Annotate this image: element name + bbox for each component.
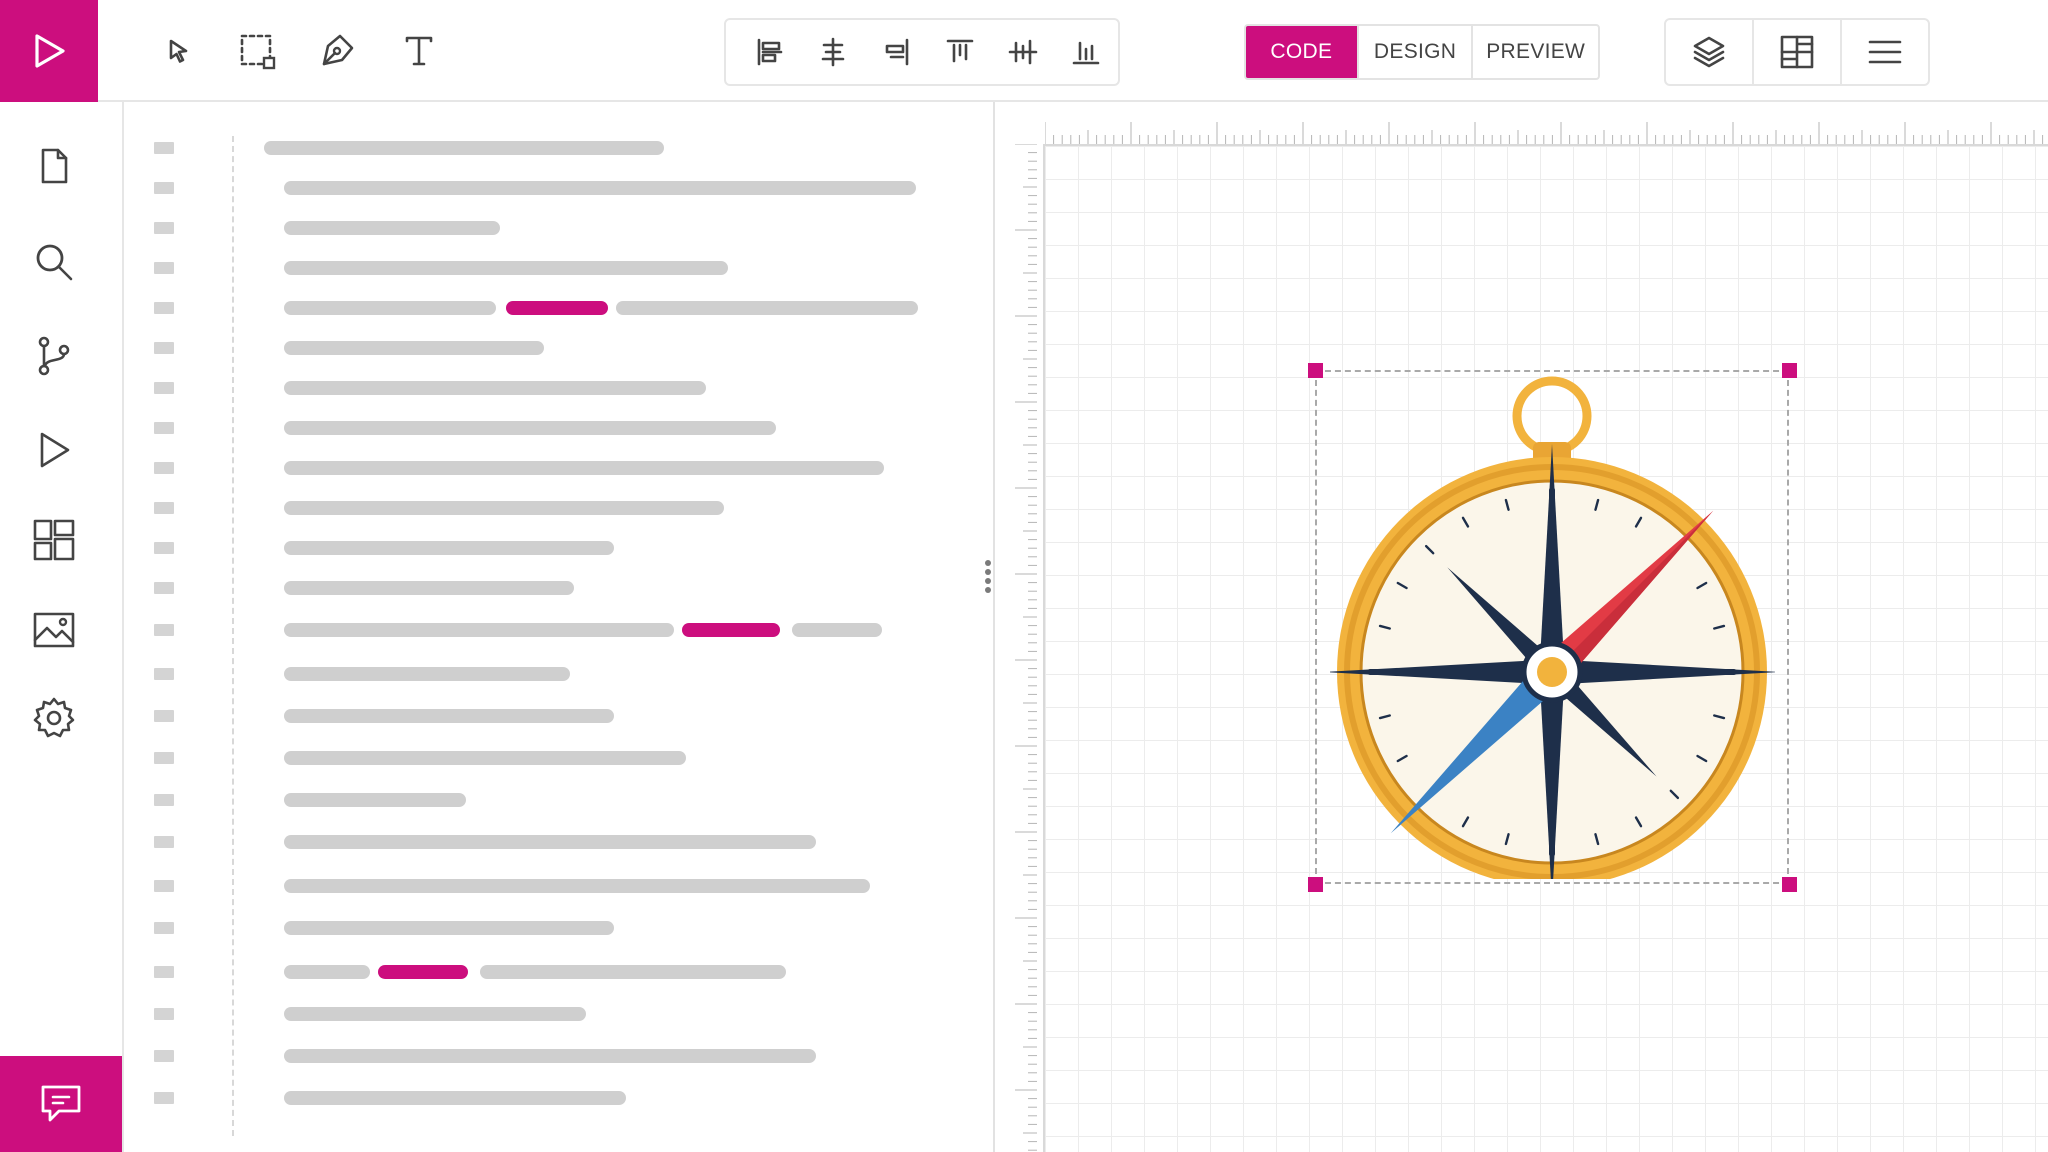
code-highlight: [506, 301, 608, 315]
line-number: [154, 1050, 174, 1062]
vertical-ruler: [1015, 144, 1037, 1151]
align-middle-vertical-icon[interactable]: [991, 28, 1054, 76]
align-left-icon[interactable]: [738, 28, 801, 76]
line-number: [154, 422, 174, 434]
select-arrow-icon[interactable]: [158, 30, 200, 72]
layers-icon[interactable]: [1666, 20, 1754, 84]
line-number: [154, 142, 174, 154]
components-icon[interactable]: [22, 508, 86, 572]
source-control-icon[interactable]: [22, 324, 86, 388]
line-number: [154, 302, 174, 314]
line-number: [154, 1092, 174, 1104]
line-number: [154, 922, 174, 934]
mode-tabs: CODE DESIGN PREVIEW: [1244, 24, 1600, 80]
code-line: [284, 181, 916, 195]
line-number: [154, 542, 174, 554]
text-tool-icon[interactable]: [398, 30, 440, 72]
code-line: [284, 793, 466, 807]
compass-icon[interactable]: [1330, 374, 1775, 879]
code-editor[interactable]: [124, 102, 994, 1152]
line-number: [154, 966, 174, 978]
line-number: [154, 262, 174, 274]
play-icon[interactable]: [0, 0, 98, 102]
line-number: [154, 462, 174, 474]
grid-view-icon[interactable]: [1754, 20, 1842, 84]
code-line: [284, 751, 686, 765]
settings-icon[interactable]: [22, 686, 86, 750]
code-line: [284, 581, 574, 595]
view-toolbar: [1664, 18, 1930, 86]
file-icon[interactable]: [22, 134, 86, 198]
line-number: [154, 342, 174, 354]
code-line: [284, 341, 544, 355]
code-line: [284, 623, 674, 637]
line-number: [154, 710, 174, 722]
line-number: [154, 382, 174, 394]
tab-code[interactable]: CODE: [1246, 26, 1359, 78]
line-number: [154, 752, 174, 764]
menu-icon[interactable]: [1842, 20, 1928, 84]
run-icon[interactable]: [22, 418, 86, 482]
line-number: [154, 880, 174, 892]
code-line: [284, 1049, 816, 1063]
code-line: [284, 835, 816, 849]
code-line: [616, 301, 918, 315]
indent-guide: [232, 136, 234, 1136]
code-line: [284, 921, 614, 935]
code-line: [480, 965, 786, 979]
resize-handle-bottom-left[interactable]: [1308, 877, 1323, 892]
align-top-icon[interactable]: [928, 28, 991, 76]
line-number: [154, 502, 174, 514]
align-toolbar: [724, 18, 1120, 86]
code-line: [284, 1091, 626, 1105]
line-number: [154, 582, 174, 594]
chat-icon[interactable]: [0, 1056, 122, 1152]
resize-handle-top-right[interactable]: [1782, 363, 1797, 378]
activity-sidebar: [0, 102, 124, 1152]
align-right-icon[interactable]: [865, 28, 928, 76]
code-line: [284, 1007, 586, 1021]
code-line: [284, 667, 570, 681]
horizontal-ruler: [1045, 122, 2044, 144]
line-number: [154, 1008, 174, 1020]
code-line: [284, 709, 614, 723]
line-number: [154, 794, 174, 806]
resize-handle-top-left[interactable]: [1308, 363, 1323, 378]
tab-preview[interactable]: PREVIEW: [1473, 26, 1598, 78]
code-line: [264, 141, 664, 155]
line-number: [154, 222, 174, 234]
pen-tool-icon[interactable]: [316, 30, 358, 72]
resize-handle-bottom-right[interactable]: [1782, 877, 1797, 892]
align-bottom-icon[interactable]: [1055, 28, 1118, 76]
line-number: [154, 668, 174, 680]
line-number: [154, 182, 174, 194]
line-number: [154, 624, 174, 636]
code-line: [284, 965, 370, 979]
code-line: [284, 301, 496, 315]
code-line: [284, 261, 728, 275]
marquee-select-icon[interactable]: [236, 30, 278, 72]
line-number: [154, 836, 174, 848]
code-line: [284, 541, 614, 555]
code-line: [284, 421, 776, 435]
app-window: CODE DESIGN PREVIEW: [0, 0, 2048, 1152]
align-center-horizontal-icon[interactable]: [801, 28, 864, 76]
code-line: [792, 623, 882, 637]
search-icon[interactable]: [22, 230, 86, 294]
image-icon[interactable]: [22, 598, 86, 662]
code-line: [284, 461, 884, 475]
code-line: [284, 501, 724, 515]
code-line: [284, 221, 500, 235]
code-line: [284, 381, 706, 395]
tab-design[interactable]: DESIGN: [1359, 26, 1474, 78]
code-highlight: [378, 965, 468, 979]
code-line: [284, 879, 870, 893]
code-highlight: [682, 623, 780, 637]
